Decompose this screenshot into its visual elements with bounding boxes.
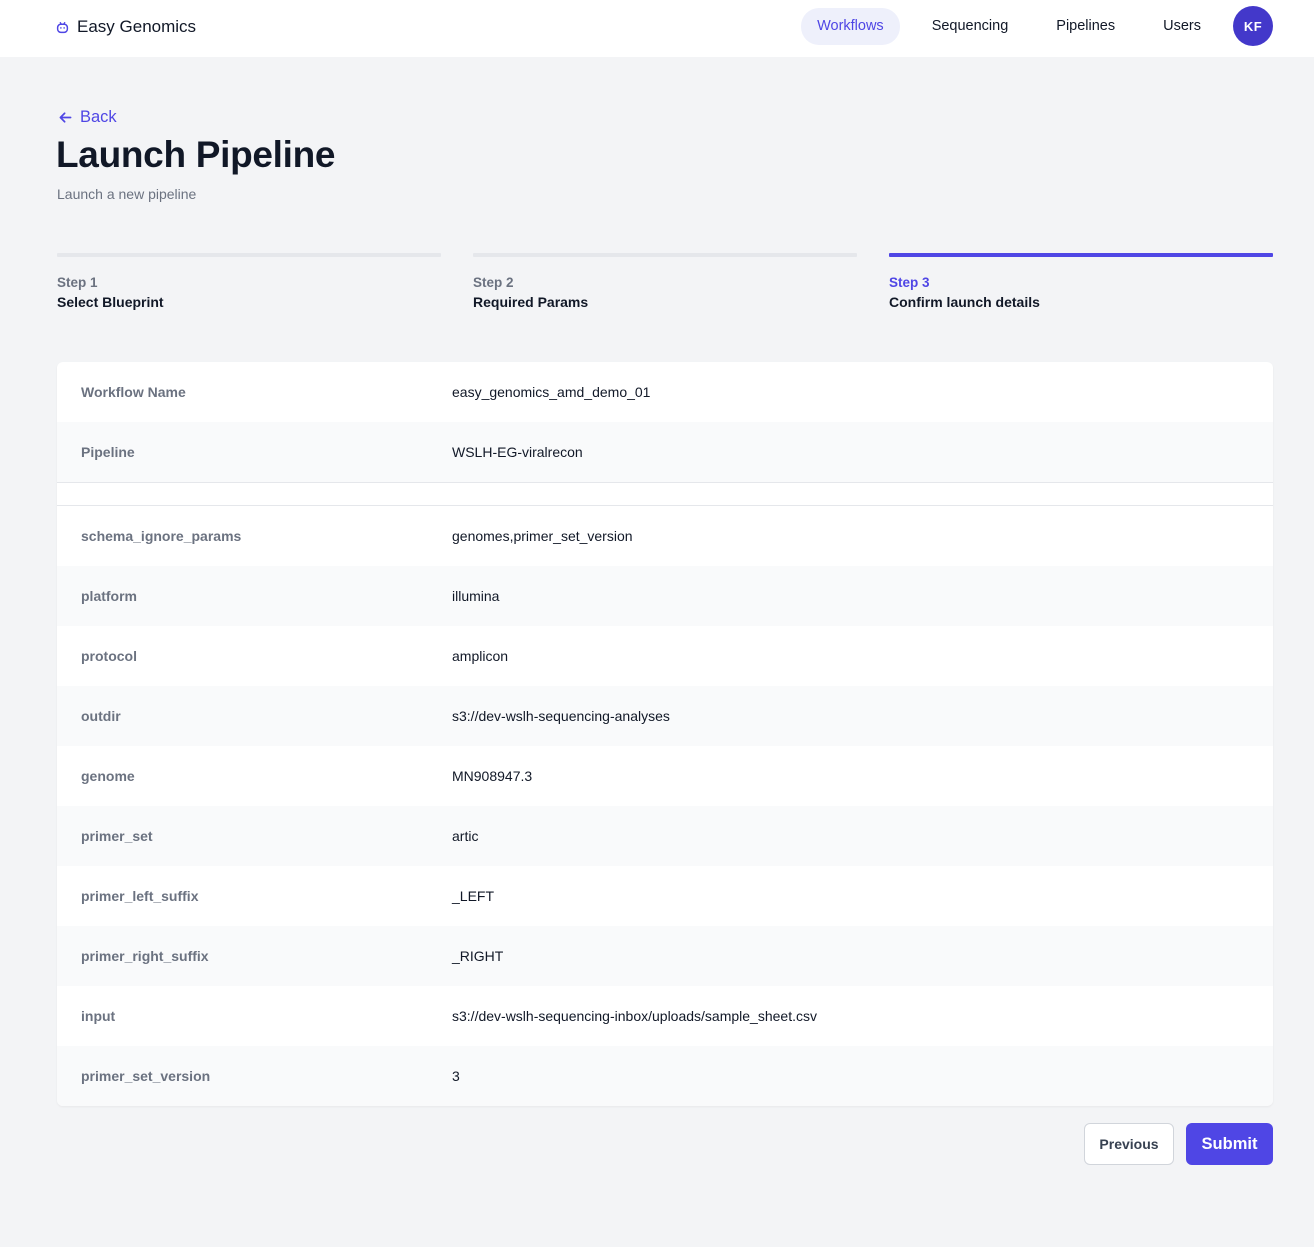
param-row: primer_set artic: [57, 806, 1273, 866]
param-label: protocol: [81, 648, 137, 664]
param-label: input: [81, 1008, 116, 1024]
param-value: s3://dev-wslh-sequencing-analyses: [452, 708, 670, 724]
step-progress-bar: [889, 253, 1273, 257]
detail-row-pipeline: Pipeline WSLH-EG-viralrecon: [57, 422, 1273, 482]
param-label: primer_set_version: [81, 1068, 211, 1084]
step-number: Step 3: [889, 275, 930, 290]
detail-label: Pipeline: [81, 444, 135, 460]
step-number: Step 2: [473, 275, 514, 290]
step-name: Confirm launch details: [889, 294, 1040, 310]
nav-workflows[interactable]: Workflows: [801, 7, 900, 45]
param-label: primer_set: [81, 828, 153, 844]
detail-value: WSLH-EG-viralrecon: [452, 444, 583, 460]
param-row: primer_right_suffix _RIGHT: [57, 926, 1273, 986]
step-1[interactable]: Step 1 Select Blueprint: [57, 253, 441, 310]
param-label: primer_right_suffix: [81, 948, 209, 964]
page-title: Launch Pipeline: [56, 134, 336, 175]
back-link[interactable]: Back: [57, 106, 117, 128]
param-value: s3://dev-wslh-sequencing-inbox/uploads/s…: [452, 1008, 817, 1024]
param-value: genomes,primer_set_version: [452, 528, 633, 544]
step-progress-bar: [57, 253, 441, 257]
step-progress-bar: [473, 253, 857, 257]
step-number: Step 1: [57, 275, 98, 290]
param-value: illumina: [452, 588, 500, 604]
param-row: platform illumina: [57, 566, 1273, 626]
user-avatar[interactable]: KF: [1233, 6, 1273, 46]
bug-icon: [56, 21, 69, 33]
brand-logo[interactable]: Easy Genomics: [56, 15, 196, 39]
detail-label: Workflow Name: [81, 384, 186, 400]
submit-button[interactable]: Submit: [1186, 1123, 1273, 1165]
top-navbar: Easy Genomics Workflows Sequencing Pipel…: [0, 0, 1314, 57]
param-value: _RIGHT: [452, 948, 504, 964]
param-row: outdir s3://dev-wslh-sequencing-analyses: [57, 686, 1273, 746]
param-value: amplicon: [452, 648, 509, 664]
detail-value: easy_genomics_amd_demo_01: [452, 384, 651, 400]
page-subtitle: Launch a new pipeline: [57, 186, 197, 202]
step-3[interactable]: Step 3 Confirm launch details: [889, 253, 1273, 310]
param-value: artic: [452, 828, 479, 844]
nav-users[interactable]: Users: [1147, 8, 1217, 45]
back-label: Back: [80, 107, 117, 126]
param-label: schema_ignore_params: [81, 528, 242, 544]
param-label: primer_left_suffix: [81, 888, 199, 904]
param-value: _LEFT: [452, 888, 495, 904]
param-value: 3: [452, 1068, 460, 1084]
nav-sequencing[interactable]: Sequencing: [916, 8, 1025, 45]
param-label: genome: [81, 768, 135, 784]
param-row: input s3://dev-wslh-sequencing-inbox/upl…: [57, 986, 1273, 1046]
step-name: Select Blueprint: [57, 294, 164, 310]
brand-name: Easy Genomics: [77, 17, 197, 36]
step-name: Required Params: [473, 294, 589, 310]
param-row: protocol amplicon: [57, 626, 1273, 686]
launch-details-card: Workflow Name easy_genomics_amd_demo_01 …: [57, 362, 1273, 1106]
param-label: platform: [81, 588, 137, 604]
param-value: MN908947.3: [452, 768, 533, 784]
step-2[interactable]: Step 2 Required Params: [473, 253, 857, 310]
previous-button[interactable]: Previous: [1084, 1123, 1174, 1165]
detail-row-workflow-name: Workflow Name easy_genomics_amd_demo_01: [57, 362, 1273, 422]
param-label: outdir: [81, 708, 121, 724]
param-row: primer_set_version 3: [57, 1046, 1273, 1106]
param-row: schema_ignore_params genomes,primer_set_…: [57, 506, 1273, 566]
nav-pipelines[interactable]: Pipelines: [1040, 8, 1131, 45]
param-row: genome MN908947.3: [57, 746, 1273, 806]
arrow-left-icon: [59, 111, 72, 123]
launch-stepper: Step 1 Select Blueprint Step 2 Required …: [57, 253, 1273, 310]
section-divider: [57, 482, 1273, 506]
main-nav: Workflows Sequencing Pipelines Users KF: [801, 6, 1273, 46]
param-row: primer_left_suffix _LEFT: [57, 866, 1273, 926]
